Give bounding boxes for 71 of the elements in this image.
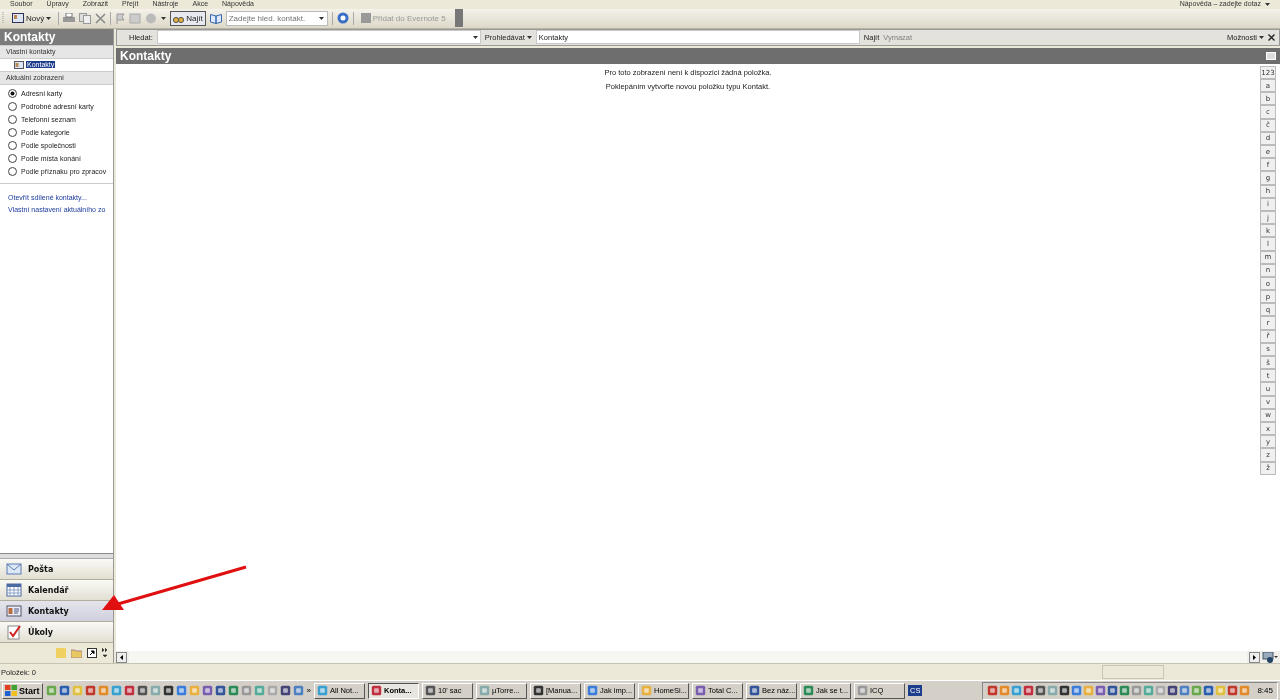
app-icon[interactable]: [424, 685, 436, 697]
caret-icon[interactable]: [318, 16, 324, 20]
folder-icon[interactable]: [71, 648, 82, 658]
new-button[interactable]: Nový: [9, 10, 55, 26]
network-icon[interactable]: [1262, 651, 1278, 663]
contacts-folder-icon: [14, 60, 24, 69]
shortcut-icon[interactable]: [87, 648, 97, 659]
clock: 8:45: [1257, 686, 1273, 696]
contact-card-icon: [6, 603, 22, 620]
radio-button[interactable]: [8, 114, 17, 124]
view-icon[interactable]: [1266, 51, 1276, 60]
left-arrow-icon: [120, 654, 123, 660]
quick-launch-icon[interactable]: [123, 685, 135, 697]
quick-launch-icon[interactable]: [214, 685, 226, 697]
tray-icon[interactable]: [1023, 685, 1035, 697]
windows-flag-icon: [5, 685, 17, 697]
tray-icon[interactable]: [1203, 685, 1215, 697]
quick-launch-icon[interactable]: [58, 685, 70, 697]
flag-icon[interactable]: [115, 12, 126, 24]
tray-icon[interactable]: [987, 685, 999, 697]
close-icon[interactable]: [1268, 33, 1275, 41]
pane-splitter[interactable]: [0, 554, 113, 560]
search-field[interactable]: [156, 30, 481, 45]
tray-icon[interactable]: [1107, 685, 1119, 697]
scroll-left-button[interactable]: [116, 651, 127, 663]
find-button[interactable]: Najít: [170, 10, 206, 26]
view-title: Kontakty: [120, 48, 172, 63]
tray-icon[interactable]: [1167, 685, 1179, 697]
nav-button[interactable]: Úkoly: [0, 622, 113, 644]
print-icon[interactable]: [63, 12, 76, 24]
copy-icon[interactable]: [79, 12, 92, 24]
more-quick-launch-button[interactable]: »: [306, 686, 311, 696]
nav-button[interactable]: Pošta: [0, 559, 113, 581]
nav-button[interactable]: Kalendář: [0, 580, 113, 602]
tray-icon[interactable]: [1227, 685, 1239, 697]
checklist-icon: [6, 624, 22, 641]
caret-icon[interactable]: [46, 16, 52, 20]
start-button[interactable]: Start: [2, 682, 43, 699]
caret-icon[interactable]: [1259, 35, 1264, 39]
radio-button[interactable]: [8, 101, 17, 111]
radio-button[interactable]: [8, 127, 17, 137]
contact-search-field[interactable]: Zadejte hled. kontakt.: [225, 10, 328, 26]
right-arrow-icon: [1253, 654, 1256, 660]
card-icon: [12, 13, 24, 24]
radio-button[interactable]: [8, 88, 17, 98]
caret-icon[interactable]: [472, 35, 478, 39]
quick-launch-icon[interactable]: [136, 685, 148, 697]
nav-button[interactable]: Kontakty: [0, 601, 113, 623]
grip-icon: [2, 11, 5, 26]
caret-icon[interactable]: [161, 16, 167, 20]
address-book-icon[interactable]: [209, 12, 222, 24]
delete-icon[interactable]: [95, 12, 107, 24]
quick-launch-icon[interactable]: [162, 685, 174, 697]
app-icon[interactable]: [370, 685, 382, 697]
radio-button[interactable]: [8, 166, 17, 176]
quick-launch-icon[interactable]: [84, 685, 96, 697]
radio-button[interactable]: [8, 140, 17, 150]
caret-icon[interactable]: [1265, 3, 1270, 6]
help-icon[interactable]: [336, 12, 349, 25]
configure-buttons-icon[interactable]: [102, 648, 108, 659]
toolbar-overflow-handle[interactable]: [454, 9, 463, 28]
app-icon[interactable]: [748, 685, 760, 697]
envelope-icon: [6, 561, 22, 578]
radio-button[interactable]: [8, 153, 17, 163]
calendar-icon: [6, 582, 22, 599]
tray-icon[interactable]: [1035, 685, 1047, 697]
tray-icon[interactable]: [1059, 685, 1071, 697]
quick-launch-icon[interactable]: [279, 685, 291, 697]
caret-icon[interactable]: [526, 35, 532, 39]
app-icon[interactable]: [532, 685, 544, 697]
scroll-right-button[interactable]: [1249, 651, 1260, 663]
